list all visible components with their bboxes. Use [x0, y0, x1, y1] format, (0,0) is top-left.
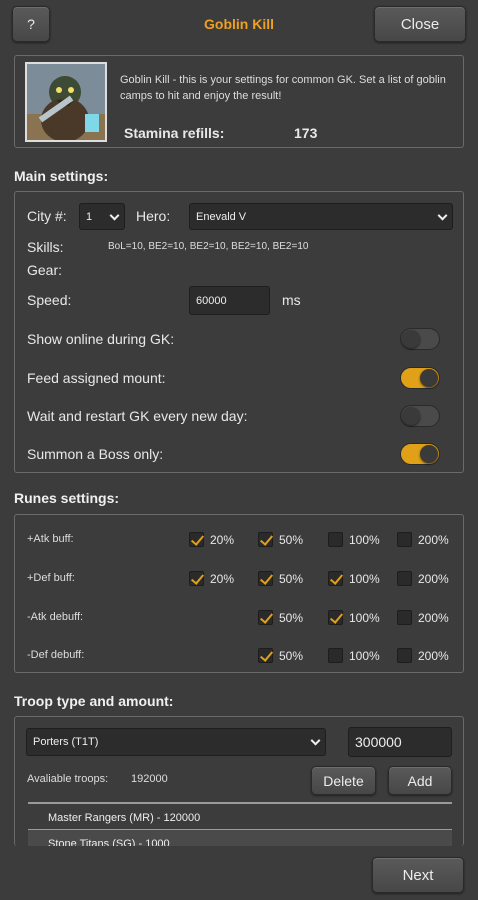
checkbox: [328, 648, 343, 663]
rune-def-debuff-100[interactable]: 100%: [328, 648, 380, 663]
stamina-label: Stamina refills:: [124, 125, 225, 141]
checkbox: [258, 610, 273, 625]
troop-type-select[interactable]: Porters (T1T): [26, 728, 326, 756]
checkbox: [397, 532, 412, 547]
troop-type-value: Porters (T1T): [33, 736, 99, 748]
checkbox: [258, 648, 273, 663]
checkbox-label: 200%: [418, 610, 449, 625]
troop-amount-input[interactable]: 300000: [348, 727, 452, 757]
chevron-down-icon: [109, 210, 120, 221]
checkbox-label: 100%: [349, 571, 380, 586]
toggle-label-show-online: Show online during GK:: [27, 331, 175, 347]
speed-input[interactable]: 60000: [189, 286, 270, 315]
chevron-down-icon: [437, 210, 448, 221]
rune-def-buff-20[interactable]: 20%: [189, 571, 234, 586]
speed-unit: ms: [282, 292, 301, 308]
hero-select[interactable]: Enevald V: [189, 203, 453, 230]
rune-def-debuff-50[interactable]: 50%: [258, 648, 303, 663]
show-online-toggle[interactable]: [400, 328, 440, 350]
intro-description: Goblin Kill - this is your settings for …: [120, 74, 446, 102]
list-item[interactable]: Stone Titans (SG) - 1000: [28, 830, 452, 846]
checkbox: [258, 532, 273, 547]
list-item-label: Stone Titans (SG) - 1000: [48, 838, 170, 846]
available-troops-value: 192000: [131, 773, 168, 785]
stamina-value: 173: [294, 125, 318, 141]
rune-row-label: +Def buff:: [27, 572, 75, 584]
add-button[interactable]: Add: [388, 766, 452, 795]
city-select[interactable]: 1: [79, 203, 125, 230]
checkbox: [328, 571, 343, 586]
rune-atk-buff-100[interactable]: 100%: [328, 532, 380, 547]
checkbox-label: 200%: [418, 648, 449, 663]
checkbox-label: 50%: [279, 532, 304, 547]
rune-row-label: -Def debuff:: [27, 649, 85, 661]
chevron-down-icon: [310, 735, 321, 746]
rune-def-buff-200[interactable]: 200%: [397, 571, 449, 586]
skills-label: Skills:: [27, 239, 64, 255]
rune-row-label: -Atk debuff:: [27, 611, 84, 623]
rune-atk-debuff-100[interactable]: 100%: [328, 610, 380, 625]
rune-atk-buff-200[interactable]: 200%: [397, 532, 449, 547]
checkbox: [189, 532, 204, 547]
rune-def-buff-50[interactable]: 50%: [258, 571, 303, 586]
checkbox: [328, 532, 343, 547]
hero-label: Hero:: [136, 208, 171, 224]
delete-button[interactable]: Delete: [311, 766, 376, 795]
rune-def-buff-100[interactable]: 100%: [328, 571, 380, 586]
rune-atk-buff-20[interactable]: 20%: [189, 532, 234, 547]
feed-mount-toggle[interactable]: [400, 367, 440, 389]
checkbox: [189, 571, 204, 586]
checkbox: [328, 610, 343, 625]
speed-label: Speed:: [27, 292, 72, 308]
checkbox-label: 20%: [210, 571, 235, 586]
checkbox: [397, 610, 412, 625]
toggle-label-feed-mount: Feed assigned mount:: [27, 370, 166, 386]
toggle-knob: [420, 445, 438, 463]
runes-settings-title: Runes settings:: [14, 490, 120, 506]
next-button[interactable]: Next: [372, 857, 464, 893]
toggle-knob: [420, 369, 438, 387]
troops-title: Troop type and amount:: [14, 693, 174, 709]
checkbox-label: 20%: [210, 532, 235, 547]
city-select-value: 1: [86, 210, 93, 223]
available-troops-label: Avaliable troops:: [27, 773, 109, 785]
checkbox-label: 50%: [279, 648, 304, 663]
checkbox-label: 50%: [279, 571, 304, 586]
checkbox-label: 100%: [349, 648, 380, 663]
checkbox: [397, 571, 412, 586]
checkbox-label: 200%: [418, 571, 449, 586]
list-item[interactable]: Master Rangers (MR) - 120000: [28, 804, 452, 832]
main-settings-title: Main settings:: [14, 168, 109, 184]
troop-list-viewport: Stone Titans (SG) - 1000: [28, 830, 452, 846]
rune-atk-debuff-200[interactable]: 200%: [397, 610, 449, 625]
rune-atk-buff-50[interactable]: 50%: [258, 532, 303, 547]
rune-def-debuff-200[interactable]: 200%: [397, 648, 449, 663]
checkbox: [397, 648, 412, 663]
city-label: City #:: [27, 208, 67, 224]
restart-daily-toggle[interactable]: [400, 405, 440, 427]
speed-input-value: 60000: [196, 294, 227, 307]
checkbox-label: 200%: [418, 532, 449, 547]
troop-amount-value: 300000: [355, 734, 402, 750]
close-button[interactable]: Close: [374, 6, 466, 42]
boss-only-toggle[interactable]: [400, 443, 440, 465]
toggle-knob: [402, 330, 420, 348]
toggle-label-restart-daily: Wait and restart GK every new day:: [27, 408, 248, 424]
toggle-label-boss-only: Summon a Boss only:: [27, 446, 164, 462]
rune-row-label: +Atk buff:: [27, 533, 74, 545]
checkbox-label: 100%: [349, 532, 380, 547]
toggle-knob: [402, 407, 420, 425]
hero-select-value: Enevald V: [196, 210, 247, 223]
checkbox-label: 100%: [349, 610, 380, 625]
checkbox-label: 50%: [279, 610, 304, 625]
rune-atk-debuff-50[interactable]: 50%: [258, 610, 303, 625]
checkbox: [258, 571, 273, 586]
skills-value: BoL=10, BE2=10, BE2=10, BE2=10, BE2=10: [108, 241, 309, 252]
goblin-avatar: [25, 62, 107, 142]
list-item-label: Master Rangers (MR) - 120000: [48, 812, 201, 824]
gear-label: Gear:: [27, 262, 63, 278]
